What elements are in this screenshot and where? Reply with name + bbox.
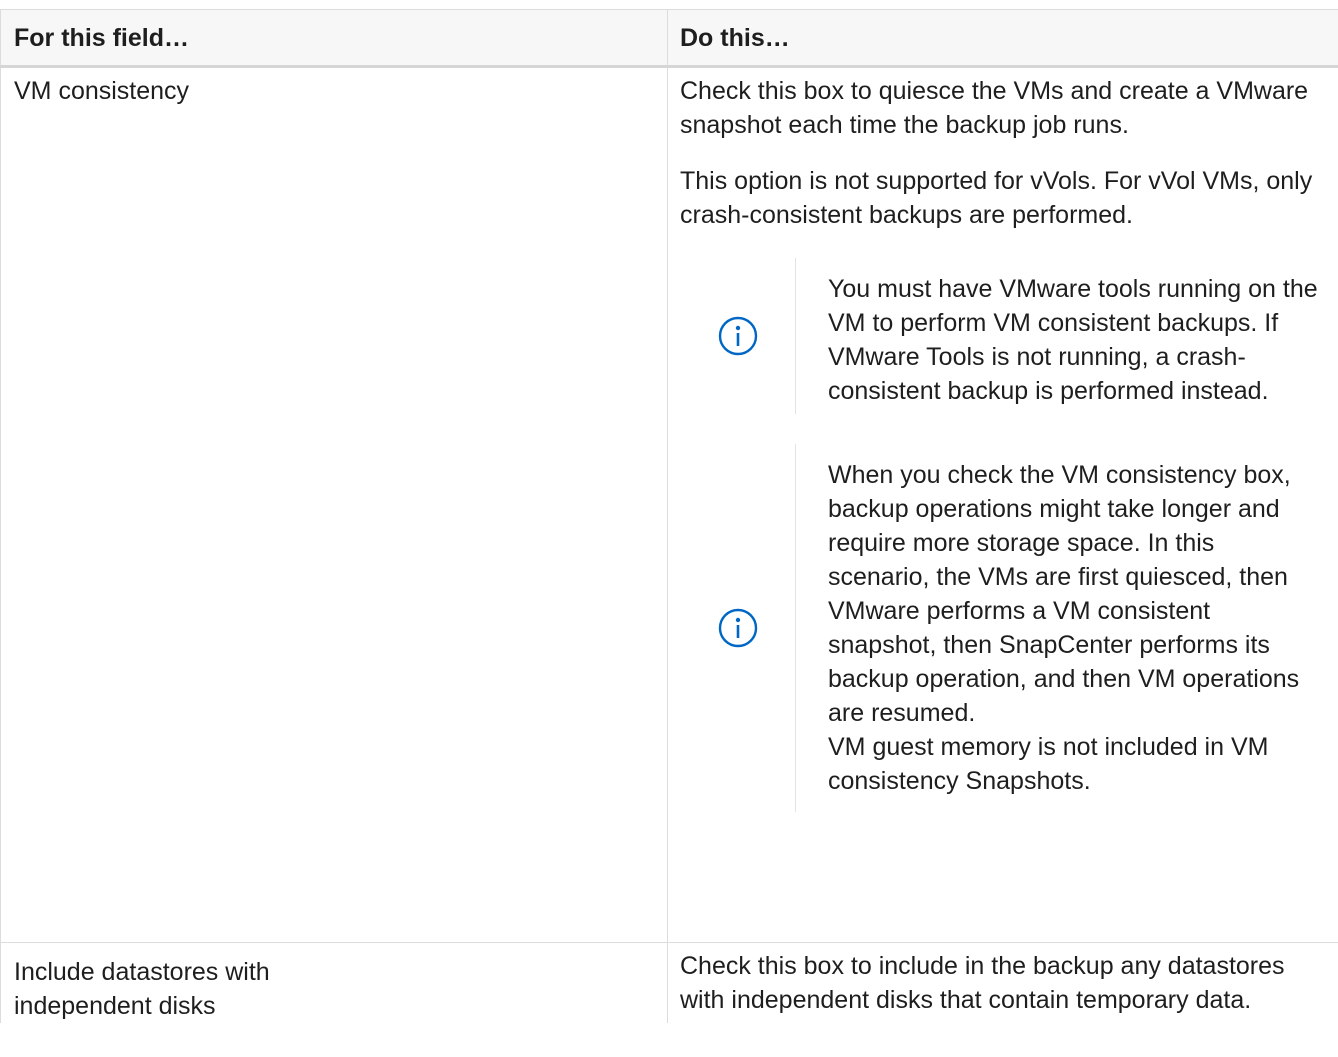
info-icon <box>718 316 757 356</box>
header-field: For this field… <box>0 9 668 68</box>
description-paragraph: Check this box to quiesce the VMs and cr… <box>680 77 1309 139</box>
header-do: Do this… <box>667 9 1338 68</box>
info-icon <box>718 608 757 648</box>
note-text-main: When you check the VM consistency box, b… <box>828 461 1300 727</box>
note-text: When you check the VM consistency box, b… <box>796 444 1329 812</box>
note-admonition: When you check the VM consistency box, b… <box>680 444 1329 812</box>
do-cell-include-datastores: Check this box to include in the backup … <box>667 942 1338 1023</box>
table-header-row: For this field… Do this… <box>0 9 1338 68</box>
do-cell-vm-consistency: Check this box to quiesce the VMs and cr… <box>667 66 1338 943</box>
field-cell-include-datastores: Include datastores with independent disk… <box>0 942 668 1023</box>
field-cell-vm-consistency: VM consistency <box>0 66 668 943</box>
description-paragraph: Check this box to include in the backup … <box>680 952 1285 1014</box>
table-row: Include datastores with independent disk… <box>0 942 1338 1023</box>
table-row: VM consistency Check this box to quiesce… <box>0 66 1338 943</box>
description-paragraph: This option is not supported for vVols. … <box>680 167 1313 229</box>
field-description-table: For this field… Do this… VM consistency … <box>0 9 1338 1023</box>
note-text: You must have VMware tools running on th… <box>828 275 1318 405</box>
note-text-extra: VM guest memory is not included in VM co… <box>828 733 1269 795</box>
note-admonition: You must have VMware tools running on th… <box>680 258 1329 414</box>
